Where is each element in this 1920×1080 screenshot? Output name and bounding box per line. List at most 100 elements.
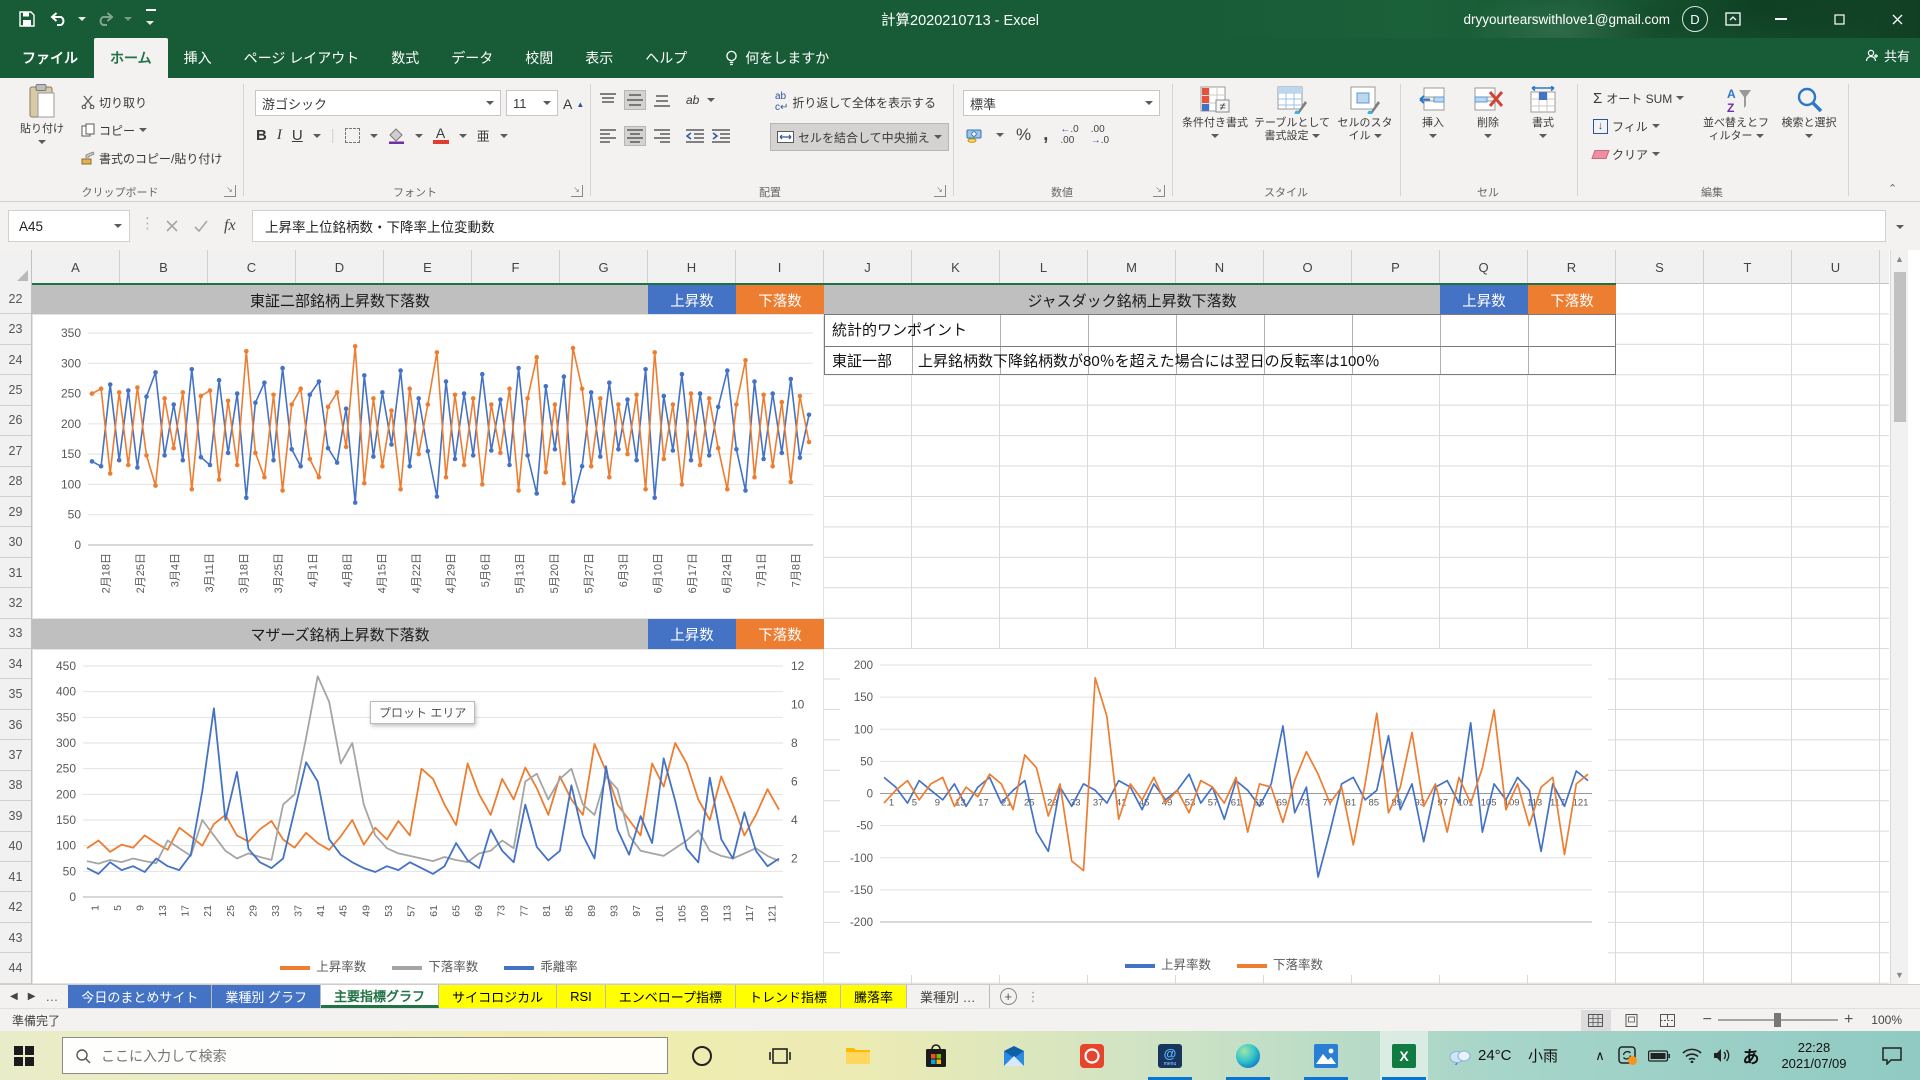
share-button[interactable]: 共有 xyxy=(1865,46,1910,65)
insert-function-icon[interactable]: fx xyxy=(224,217,236,235)
row-header[interactable]: 38 xyxy=(0,771,31,801)
format-painter-button[interactable]: 書式のコピー/貼り付け xyxy=(78,146,225,170)
note-label-cell[interactable]: 東証一部 xyxy=(832,345,892,375)
merge-center-button[interactable]: セルを結合して中央揃え xyxy=(770,123,949,151)
column-header[interactable]: T xyxy=(1704,250,1792,284)
conditional-formatting-button[interactable]: ≠ 条件付き書式 xyxy=(1180,86,1250,143)
clear-button[interactable]: クリア xyxy=(1590,142,1663,166)
currency-dropdown-icon[interactable] xyxy=(996,133,1004,137)
legend-item[interactable]: 乖離率 xyxy=(504,956,578,975)
column-header[interactable]: M xyxy=(1088,250,1176,284)
copy-button[interactable]: コピー xyxy=(78,118,150,142)
mail-icon[interactable] xyxy=(990,1031,1038,1080)
column-header[interactable]: A xyxy=(32,250,120,284)
row-header[interactable]: 29 xyxy=(0,497,31,527)
column-header[interactable]: F xyxy=(472,250,560,284)
row-header[interactable]: 43 xyxy=(0,923,31,953)
row-header[interactable]: 40 xyxy=(0,832,31,862)
orientation-icon[interactable]: ab xyxy=(686,93,699,107)
cortana-icon[interactable] xyxy=(678,1031,726,1080)
percent-style-icon[interactable]: % xyxy=(1016,125,1031,145)
note-text-cell[interactable]: 上昇銘柄数下降銘柄数が80％を超えた場合には翌日の反転率は100％ xyxy=(918,345,1380,375)
media-app-icon[interactable] xyxy=(1068,1031,1116,1080)
sheet-nav-left-icon[interactable]: ◀ xyxy=(10,991,18,1002)
sheet-tabs-more-icon[interactable]: … xyxy=(45,989,58,1004)
number-dialog-launcher[interactable]: ↘ xyxy=(1153,185,1165,197)
jasdaq-up-button[interactable]: 上昇数 xyxy=(1440,285,1528,315)
sheet-tab[interactable]: 業種別 グラフ xyxy=(212,985,321,1008)
tosho2-up-button[interactable]: 上昇数 xyxy=(648,285,736,315)
ribbon-tab[interactable]: 表示 xyxy=(569,38,629,78)
name-box[interactable]: A45 xyxy=(8,210,130,242)
scroll-down-icon[interactable]: ▼ xyxy=(1891,970,1908,980)
fill-button[interactable]: ↓ フィル xyxy=(1590,114,1663,138)
weather-desc[interactable]: 小雨 xyxy=(1528,1031,1558,1080)
column-header[interactable]: R xyxy=(1528,250,1616,284)
align-center-icon[interactable] xyxy=(624,126,646,146)
autosum-button[interactable]: Σ オート SUM xyxy=(1590,86,1687,110)
sheet-tab[interactable]: トレンド指標 xyxy=(736,985,841,1008)
column-header[interactable]: N xyxy=(1176,250,1264,284)
taskbar-search-input[interactable] xyxy=(101,1048,641,1064)
account-email[interactable]: dryyourtearswithlove1@gmail.com xyxy=(1463,12,1670,27)
borders-icon[interactable] xyxy=(345,128,360,143)
task-view-icon[interactable] xyxy=(756,1031,804,1080)
zoom-level[interactable]: 100% xyxy=(1871,1013,1902,1027)
legend-item[interactable]: 下落率数 xyxy=(392,956,478,975)
row-header[interactable]: 33 xyxy=(0,619,31,649)
mothers-down-button[interactable]: 下落数 xyxy=(736,619,824,649)
column-header[interactable]: B xyxy=(120,250,208,284)
column-header[interactable]: C xyxy=(208,250,296,284)
tell-me-box[interactable]: 何をしますか xyxy=(725,38,829,78)
sheet-tab[interactable]: 騰落率 xyxy=(841,985,907,1008)
jasdaq-chart-area[interactable]: -200-150-100-500501001502001591317212529… xyxy=(840,649,1608,975)
battery-icon[interactable] xyxy=(1644,1031,1674,1080)
paste-button[interactable]: 貼り付け xyxy=(14,84,70,149)
sheet-nav-right-icon[interactable]: ▶ xyxy=(28,991,36,1002)
format-as-table-button[interactable]: テーブルとして書式設定 xyxy=(1254,86,1330,143)
legend-item[interactable]: 下落率数 xyxy=(1237,954,1323,973)
row-header[interactable]: 23 xyxy=(0,314,31,344)
column-header[interactable]: K xyxy=(912,250,1000,284)
column-header[interactable]: O xyxy=(1264,250,1352,284)
bold-button[interactable]: B xyxy=(256,127,267,144)
wifi-icon[interactable] xyxy=(1678,1031,1706,1080)
sheet-tab[interactable]: RSI xyxy=(557,985,606,1008)
ime-indicator[interactable]: あ xyxy=(1738,1031,1764,1080)
fill-color-icon[interactable] xyxy=(388,128,405,144)
column-header[interactable]: G xyxy=(560,250,648,284)
decrease-indent-icon[interactable] xyxy=(686,129,704,143)
insert-cells-button[interactable]: 挿入 xyxy=(1408,86,1458,143)
ribbon-tab[interactable]: ファイル xyxy=(6,38,94,78)
ribbon-tab[interactable]: 数式 xyxy=(375,38,435,78)
column-header[interactable]: L xyxy=(1000,250,1088,284)
row-header[interactable]: 28 xyxy=(0,467,31,497)
page-layout-view-icon[interactable] xyxy=(1617,1010,1647,1031)
sheet-tab[interactable]: 今日のまとめサイト xyxy=(68,985,212,1008)
collapse-ribbon-icon[interactable]: ⌃ xyxy=(1888,182,1897,195)
delete-cells-button[interactable]: 削除 xyxy=(1463,86,1513,143)
align-top-icon[interactable] xyxy=(600,93,616,107)
column-header[interactable]: S xyxy=(1616,250,1704,284)
store-icon[interactable] xyxy=(912,1031,960,1080)
phonetic-dropdown-icon[interactable] xyxy=(500,134,508,138)
zoom-slider-thumb[interactable] xyxy=(1774,1013,1781,1027)
ribbon-tab[interactable]: ページ レイアウト xyxy=(228,38,376,78)
column-header[interactable]: U xyxy=(1792,250,1880,284)
enter-icon[interactable] xyxy=(194,220,208,232)
mothers-up-button[interactable]: 上昇数 xyxy=(648,619,736,649)
new-sheet-button[interactable]: + xyxy=(1000,988,1017,1005)
sheet-tab[interactable]: 主要指標グラフ xyxy=(321,985,439,1008)
weather-temp[interactable]: 24°C xyxy=(1478,1031,1512,1080)
font-color-icon[interactable]: A xyxy=(433,127,449,144)
row-header[interactable]: 35 xyxy=(0,679,31,709)
font-dialog-launcher[interactable]: ↘ xyxy=(571,185,583,197)
increase-decimal-icon[interactable]: ←.0.00 xyxy=(1060,124,1078,146)
ribbon-tab[interactable]: データ xyxy=(435,38,509,78)
row-header[interactable]: 22 xyxy=(0,284,31,314)
formula-bar-expand-icon[interactable] xyxy=(1896,218,1904,236)
align-middle-icon[interactable] xyxy=(624,90,646,110)
tray-expand-icon[interactable]: ∧ xyxy=(1588,1031,1612,1080)
column-header[interactable]: P xyxy=(1352,250,1440,284)
number-format-combo[interactable]: 標準 xyxy=(963,90,1160,116)
